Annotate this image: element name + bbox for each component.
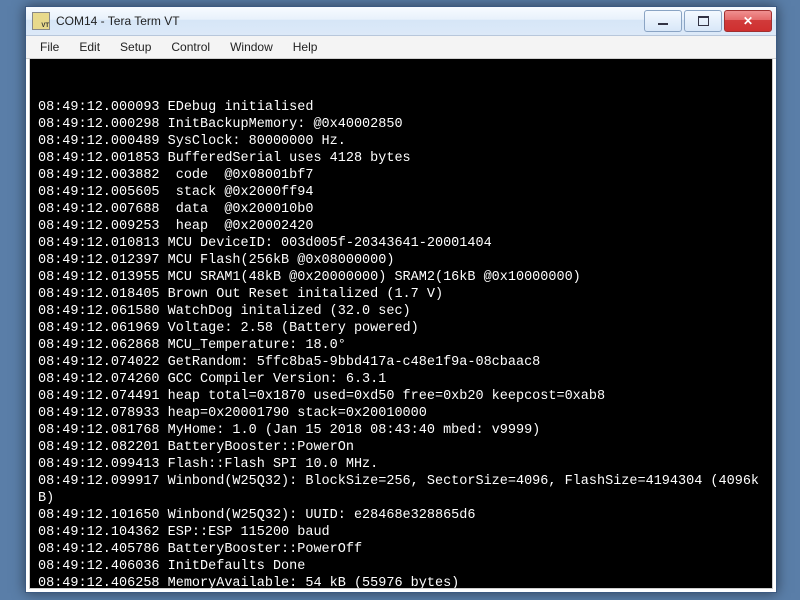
- terminal-line: 08:49:12.104362 ESP::ESP 115200 baud: [38, 524, 764, 541]
- terminal-line: 08:49:12.000298 InitBackupMemory: @0x400…: [38, 116, 764, 133]
- terminal-line: 08:49:12.005605 stack @0x2000ff94: [38, 184, 764, 201]
- menu-file[interactable]: File: [30, 38, 69, 56]
- maximize-button[interactable]: [684, 10, 722, 32]
- window-title: COM14 - Tera Term VT: [56, 14, 644, 28]
- terminal-line: 08:49:12.078933 heap=0x20001790 stack=0x…: [38, 405, 764, 422]
- terminal-line: 08:49:12.013955 MCU SRAM1(48kB @0x200000…: [38, 269, 764, 286]
- terminal-area[interactable]: 08:49:12.000093 EDebug initialised08:49:…: [29, 59, 773, 589]
- terminal-line: 08:49:12.074260 GCC Compiler Version: 6.…: [38, 371, 764, 388]
- terminal-line: 08:49:12.003882 code @0x08001bf7: [38, 167, 764, 184]
- window-controls: ✕: [644, 10, 772, 32]
- terminal-line: 08:49:12.074022 GetRandom: 5ffc8ba5-9bbd…: [38, 354, 764, 371]
- close-button[interactable]: ✕: [724, 10, 772, 32]
- terminal-line: 08:49:12.099917 Winbond(W25Q32): BlockSi…: [38, 473, 764, 507]
- terminal-line: 08:49:12.007688 data @0x200010b0: [38, 201, 764, 218]
- minimize-button[interactable]: [644, 10, 682, 32]
- close-icon: ✕: [743, 14, 753, 28]
- app-window: COM14 - Tera Term VT ✕ File Edit Setup C…: [25, 6, 777, 593]
- terminal-line: 08:49:12.406036 InitDefaults Done: [38, 558, 764, 575]
- terminal-output: 08:49:12.000093 EDebug initialised08:49:…: [38, 99, 764, 589]
- terminal-line: 08:49:12.405786 BatteryBooster::PowerOff: [38, 541, 764, 558]
- minimize-icon: [658, 23, 668, 25]
- menu-control[interactable]: Control: [161, 38, 220, 56]
- terminal-line: 08:49:12.081768 MyHome: 1.0 (Jan 15 2018…: [38, 422, 764, 439]
- title-bar[interactable]: COM14 - Tera Term VT ✕: [26, 7, 776, 36]
- terminal-line: 08:49:12.012397 MCU Flash(256kB @0x08000…: [38, 252, 764, 269]
- menu-bar: File Edit Setup Control Window Help: [26, 36, 776, 59]
- terminal-line: 08:49:12.406258 MemoryAvailable: 54 kB (…: [38, 575, 764, 589]
- menu-setup[interactable]: Setup: [110, 38, 161, 56]
- terminal-line: 08:49:12.009253 heap @0x20002420: [38, 218, 764, 235]
- app-icon: [32, 12, 50, 30]
- terminal-line: 08:49:12.099413 Flash::Flash SPI 10.0 MH…: [38, 456, 764, 473]
- terminal-line: 08:49:12.082201 BatteryBooster::PowerOn: [38, 439, 764, 456]
- terminal-line: 08:49:12.061580 WatchDog initalized (32.…: [38, 303, 764, 320]
- terminal-line: 08:49:12.061969 Voltage: 2.58 (Battery p…: [38, 320, 764, 337]
- terminal-line: 08:49:12.074491 heap total=0x1870 used=0…: [38, 388, 764, 405]
- terminal-line: 08:49:12.010813 MCU DeviceID: 003d005f-2…: [38, 235, 764, 252]
- maximize-icon: [698, 16, 709, 26]
- terminal-line: 08:49:12.101650 Winbond(W25Q32): UUID: e…: [38, 507, 764, 524]
- menu-window[interactable]: Window: [220, 38, 283, 56]
- terminal-line: 08:49:12.018405 Brown Out Reset initaliz…: [38, 286, 764, 303]
- menu-edit[interactable]: Edit: [69, 38, 110, 56]
- terminal-line: 08:49:12.000489 SysClock: 80000000 Hz.: [38, 133, 764, 150]
- terminal-line: 08:49:12.062868 MCU_Temperature: 18.0°: [38, 337, 764, 354]
- terminal-line: 08:49:12.000093 EDebug initialised: [38, 99, 764, 116]
- terminal-line: 08:49:12.001853 BufferedSerial uses 4128…: [38, 150, 764, 167]
- menu-help[interactable]: Help: [283, 38, 328, 56]
